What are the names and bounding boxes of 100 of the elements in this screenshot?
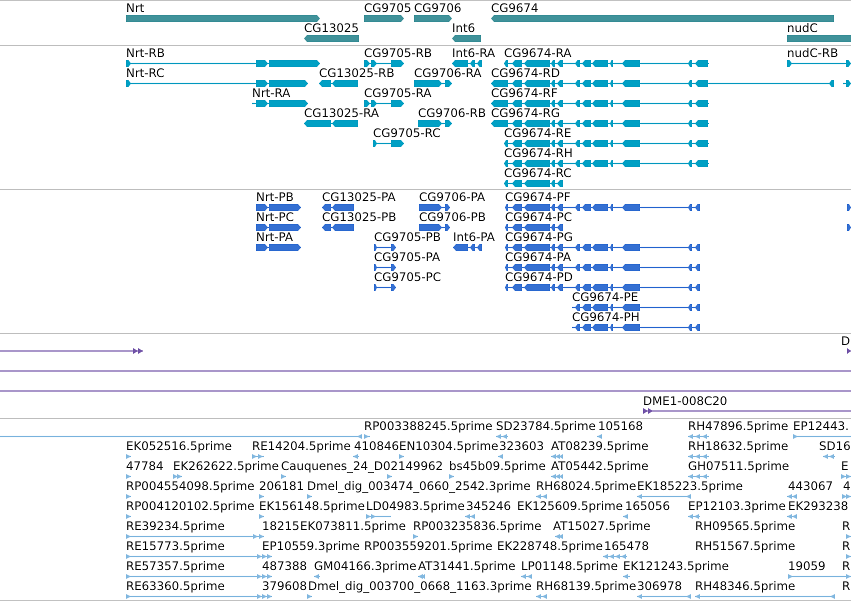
protein-model[interactable] bbox=[505, 264, 700, 270]
est-alignment[interactable] bbox=[366, 514, 391, 518]
est-alignment[interactable] bbox=[364, 434, 370, 438]
est-alignment[interactable] bbox=[536, 494, 547, 498]
protein-model[interactable] bbox=[505, 224, 563, 230]
protein-model[interactable] bbox=[505, 204, 700, 210]
transcript-model[interactable] bbox=[373, 140, 404, 146]
est-alignment[interactable] bbox=[521, 574, 532, 578]
est-alignment[interactable] bbox=[688, 474, 709, 478]
transcript-model[interactable] bbox=[418, 120, 452, 126]
est-alignment[interactable] bbox=[551, 454, 563, 458]
clone-alignment[interactable] bbox=[847, 348, 851, 354]
est-alignment[interactable] bbox=[787, 514, 797, 518]
transcript-model[interactable] bbox=[319, 80, 358, 86]
est-alignment[interactable] bbox=[688, 434, 709, 438]
protein-model[interactable] bbox=[322, 204, 354, 210]
protein-model[interactable] bbox=[419, 204, 450, 210]
est-alignment[interactable] bbox=[842, 494, 851, 498]
est-alignment[interactable] bbox=[536, 594, 547, 598]
transcript-model[interactable] bbox=[364, 60, 404, 66]
transcript-model[interactable] bbox=[364, 100, 404, 106]
est-alignment[interactable] bbox=[126, 514, 131, 518]
transcript-model[interactable] bbox=[504, 140, 709, 146]
transcript-model[interactable] bbox=[843, 80, 851, 86]
est-alignment[interactable] bbox=[399, 454, 404, 458]
est-alignment[interactable] bbox=[413, 534, 418, 538]
est-alignment[interactable] bbox=[597, 434, 602, 438]
protein-model[interactable] bbox=[505, 284, 700, 290]
est-alignment[interactable] bbox=[603, 554, 627, 558]
est-alignment[interactable] bbox=[623, 574, 630, 578]
protein-model[interactable] bbox=[505, 244, 700, 250]
est-alignment[interactable] bbox=[126, 474, 131, 478]
est-alignment[interactable] bbox=[387, 474, 392, 478]
est-alignment[interactable] bbox=[623, 514, 628, 518]
transcript-model[interactable] bbox=[787, 60, 851, 66]
transcript-model[interactable] bbox=[126, 80, 308, 86]
est-alignment[interactable] bbox=[637, 594, 691, 598]
protein-model[interactable] bbox=[847, 204, 851, 210]
protein-model[interactable] bbox=[256, 204, 301, 210]
gene-bar[interactable] bbox=[364, 14, 404, 22]
protein-model[interactable] bbox=[847, 224, 851, 230]
clone-alignment[interactable] bbox=[0, 348, 143, 354]
est-alignment[interactable] bbox=[252, 454, 264, 458]
est-alignment[interactable] bbox=[259, 494, 264, 498]
clone-alignment[interactable] bbox=[643, 408, 851, 414]
est-alignment[interactable] bbox=[823, 454, 835, 458]
transcript-model[interactable] bbox=[504, 60, 709, 66]
gene-bar[interactable] bbox=[491, 14, 834, 22]
est-alignment[interactable] bbox=[0, 434, 362, 438]
est-alignment[interactable] bbox=[258, 534, 264, 538]
protein-model[interactable] bbox=[322, 224, 354, 230]
gene-bar[interactable] bbox=[787, 34, 851, 42]
est-alignment[interactable] bbox=[307, 494, 312, 498]
est-alignment[interactable] bbox=[173, 474, 182, 478]
est-alignment[interactable] bbox=[126, 594, 272, 598]
gene-bar[interactable] bbox=[304, 34, 359, 42]
est-alignment[interactable] bbox=[126, 494, 131, 498]
est-alignment[interactable] bbox=[846, 534, 851, 538]
est-alignment[interactable] bbox=[353, 454, 359, 458]
est-alignment[interactable] bbox=[787, 494, 797, 498]
protein-model[interactable] bbox=[419, 224, 450, 230]
transcript-model[interactable] bbox=[504, 180, 563, 186]
protein-model[interactable] bbox=[374, 264, 396, 270]
protein-model[interactable] bbox=[256, 244, 301, 250]
est-alignment[interactable] bbox=[841, 474, 851, 478]
est-alignment[interactable] bbox=[793, 434, 851, 438]
est-alignment[interactable] bbox=[126, 574, 272, 578]
est-alignment[interactable] bbox=[498, 454, 503, 458]
protein-model[interactable] bbox=[374, 244, 396, 250]
est-alignment[interactable] bbox=[281, 474, 286, 478]
est-alignment[interactable] bbox=[259, 514, 264, 518]
transcript-model[interactable] bbox=[126, 60, 320, 66]
est-alignment[interactable] bbox=[126, 454, 131, 458]
est-alignment[interactable] bbox=[418, 574, 425, 578]
protein-model[interactable] bbox=[572, 324, 700, 330]
transcript-model[interactable] bbox=[304, 120, 358, 126]
transcript-model[interactable] bbox=[491, 100, 709, 106]
est-alignment[interactable] bbox=[688, 454, 709, 458]
transcript-model[interactable] bbox=[491, 120, 709, 126]
est-alignment[interactable] bbox=[449, 474, 454, 478]
transcript-model[interactable] bbox=[252, 100, 308, 106]
gene-bar[interactable] bbox=[452, 34, 481, 42]
transcript-model[interactable] bbox=[452, 60, 482, 66]
gene-bar[interactable] bbox=[414, 14, 452, 22]
est-alignment[interactable] bbox=[637, 494, 691, 498]
est-alignment[interactable] bbox=[314, 574, 320, 578]
est-alignment[interactable] bbox=[307, 594, 312, 598]
est-alignment[interactable] bbox=[788, 574, 851, 578]
protein-model[interactable] bbox=[256, 224, 301, 230]
est-alignment[interactable] bbox=[126, 554, 272, 558]
est-alignment[interactable] bbox=[555, 534, 563, 538]
est-alignment[interactable] bbox=[695, 594, 835, 598]
est-alignment[interactable] bbox=[688, 514, 700, 518]
gene-bar[interactable] bbox=[126, 14, 320, 22]
transcript-model[interactable] bbox=[414, 80, 452, 86]
est-alignment[interactable] bbox=[551, 474, 563, 478]
est-alignment[interactable] bbox=[846, 554, 851, 558]
protein-model[interactable] bbox=[572, 304, 700, 310]
est-alignment[interactable] bbox=[465, 514, 475, 518]
protein-model[interactable] bbox=[374, 284, 396, 290]
